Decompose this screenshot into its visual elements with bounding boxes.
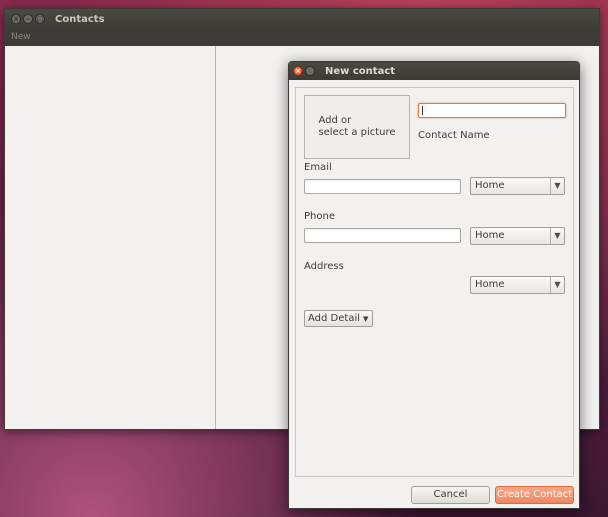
dialog-minimize-icon[interactable]: [305, 66, 315, 76]
dialog-titlebar[interactable]: × New contact: [289, 62, 579, 80]
close-icon[interactable]: ×: [11, 14, 21, 24]
text-caret: [422, 106, 423, 115]
phone-type-select[interactable]: Home ▼: [470, 227, 565, 245]
dialog-close-icon[interactable]: ×: [293, 66, 303, 76]
picture-select-button[interactable]: Add or select a picture: [304, 95, 410, 159]
add-detail-button[interactable]: Add Detail ▼: [304, 310, 374, 327]
dialog-content: Add or select a picture Contact Name Ema…: [295, 87, 574, 477]
main-titlebar[interactable]: × – □ Contacts: [5, 9, 599, 29]
cancel-button[interactable]: Cancel: [411, 486, 490, 504]
email-type-value: Home: [475, 180, 505, 191]
add-detail-label: Add Detail: [308, 313, 360, 324]
phone-type-value: Home: [475, 230, 505, 241]
chevron-down-icon: ▼: [550, 228, 564, 244]
create-contact-button[interactable]: Create Contact: [495, 486, 574, 504]
menu-item-new[interactable]: New: [11, 32, 31, 42]
picture-label-line2: select a picture: [318, 127, 396, 138]
contact-list-pane[interactable]: [5, 46, 216, 429]
picture-label-line1: Add or: [318, 115, 352, 126]
phone-label: Phone: [304, 211, 335, 222]
minimize-icon[interactable]: –: [23, 14, 33, 24]
contact-name-label: Contact Name: [418, 130, 490, 141]
address-type-value: Home: [475, 279, 505, 290]
chevron-down-icon: ▼: [550, 178, 564, 194]
email-label: Email: [304, 162, 332, 173]
dropdown-arrow-icon: ▼: [363, 315, 369, 323]
new-contact-dialog: × New contact Add or select a picture Co…: [288, 61, 580, 509]
address-label: Address: [304, 261, 344, 272]
window-title: Contacts: [55, 13, 105, 25]
contact-name-input[interactable]: [418, 103, 566, 118]
email-field[interactable]: [304, 179, 461, 194]
dialog-title: New contact: [325, 65, 396, 77]
chevron-down-icon: ▼: [550, 277, 564, 293]
address-type-select[interactable]: Home ▼: [470, 276, 565, 294]
phone-field[interactable]: [304, 228, 461, 243]
menubar: New: [5, 29, 599, 46]
email-type-select[interactable]: Home ▼: [470, 177, 565, 195]
maximize-icon[interactable]: □: [35, 14, 45, 24]
